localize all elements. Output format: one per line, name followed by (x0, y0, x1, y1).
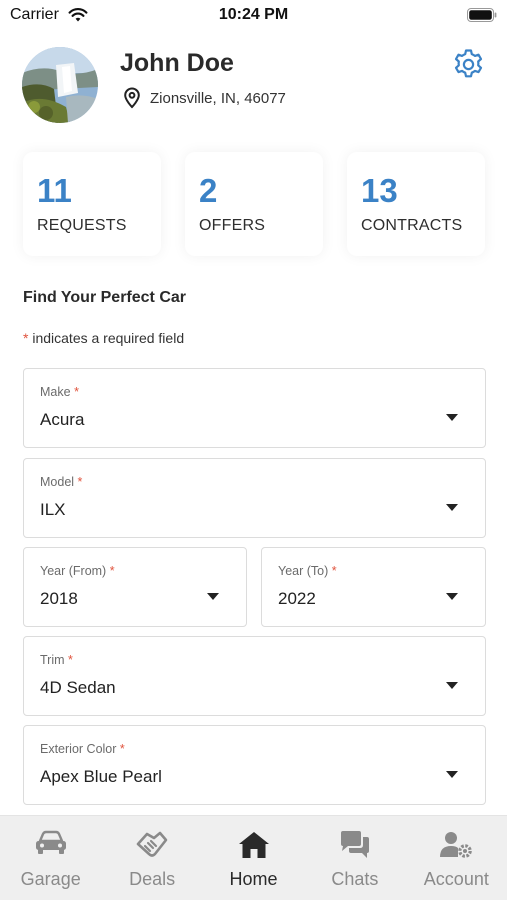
stat-card-contracts[interactable]: 13 CONTRACTS (347, 152, 485, 256)
tab-deals[interactable]: Deals (101, 816, 202, 900)
model-value: ILX (40, 500, 66, 519)
profile-name: John Doe (120, 49, 234, 77)
chevron-down-icon (446, 771, 458, 778)
tab-garage-label: Garage (20, 869, 81, 889)
home-icon (238, 832, 269, 858)
year-to-value: 2022 (278, 589, 316, 608)
exterior-color-value: Apex Blue Pearl (40, 767, 162, 786)
avatar-waterfall-photo (22, 47, 98, 123)
year-from-label: Year (From) * (40, 564, 115, 578)
battery-icon (467, 8, 497, 22)
chevron-down-icon (446, 504, 458, 511)
chevron-down-icon (446, 593, 458, 600)
make-value: Acura (40, 410, 85, 429)
stat-card-requests[interactable]: 11 REQUESTS (23, 152, 161, 256)
year-to-label: Year (To) * (278, 564, 337, 578)
location-row: Zionsville, IN, 46077 (123, 87, 286, 109)
chevron-down-icon (446, 682, 458, 689)
chevron-down-icon (446, 414, 458, 421)
tab-chats-label: Chats (331, 869, 379, 889)
bottom-tab-bar: Garage Deals Home Chats Account (0, 815, 507, 900)
location-pin-icon (124, 87, 140, 109)
exterior-color-select[interactable]: Exterior Color * Apex Blue Pearl (23, 725, 486, 805)
car-icon (35, 830, 66, 854)
offers-count: 2 (199, 172, 218, 209)
status-bar: Carrier 10:24 PM (0, 0, 507, 32)
contracts-count: 13 (361, 172, 398, 209)
avatar[interactable] (22, 47, 98, 123)
stat-card-offers[interactable]: 2 OFFERS (185, 152, 323, 256)
tab-account-label: Account (423, 869, 489, 889)
year-from-select[interactable]: Year (From) * 2018 (23, 547, 247, 627)
make-select[interactable]: Make * Acura (23, 368, 486, 448)
trim-value: 4D Sedan (40, 678, 116, 697)
contracts-label: CONTRACTS (361, 217, 463, 234)
exterior-color-label: Exterior Color * (40, 742, 125, 756)
form-title: Find Your Perfect Car (23, 289, 186, 306)
required-asterisk: * (23, 330, 29, 346)
tab-account[interactable]: Account (406, 816, 507, 900)
tab-deals-label: Deals (129, 869, 176, 889)
trim-label: Trim * (40, 653, 73, 667)
settings-gear-icon[interactable] (452, 48, 485, 81)
handshake-icon (136, 831, 168, 857)
required-note: * indicates a required field (23, 330, 184, 346)
user-gear-icon (440, 832, 473, 858)
trim-select[interactable]: Trim * 4D Sedan (23, 636, 486, 716)
year-to-select[interactable]: Year (To) * 2022 (261, 547, 486, 627)
tab-home-label: Home (229, 869, 278, 889)
model-select[interactable]: Model * ILX (23, 458, 486, 538)
clock-time: 10:24 PM (218, 6, 289, 23)
location-text: Zionsville, IN, 46077 (150, 89, 286, 107)
required-note-text: indicates a required field (32, 330, 185, 346)
tab-garage[interactable]: Garage (0, 816, 101, 900)
chevron-down-icon (207, 593, 219, 600)
requests-label: REQUESTS (37, 217, 127, 234)
year-from-value: 2018 (40, 589, 78, 608)
tab-home[interactable]: Home (203, 816, 304, 900)
requests-count: 11 (37, 172, 72, 209)
offers-label: OFFERS (199, 217, 266, 234)
make-label: Make * (40, 385, 79, 399)
model-label: Model * (40, 475, 83, 489)
chat-icon (340, 831, 369, 858)
tab-chats[interactable]: Chats (304, 816, 405, 900)
